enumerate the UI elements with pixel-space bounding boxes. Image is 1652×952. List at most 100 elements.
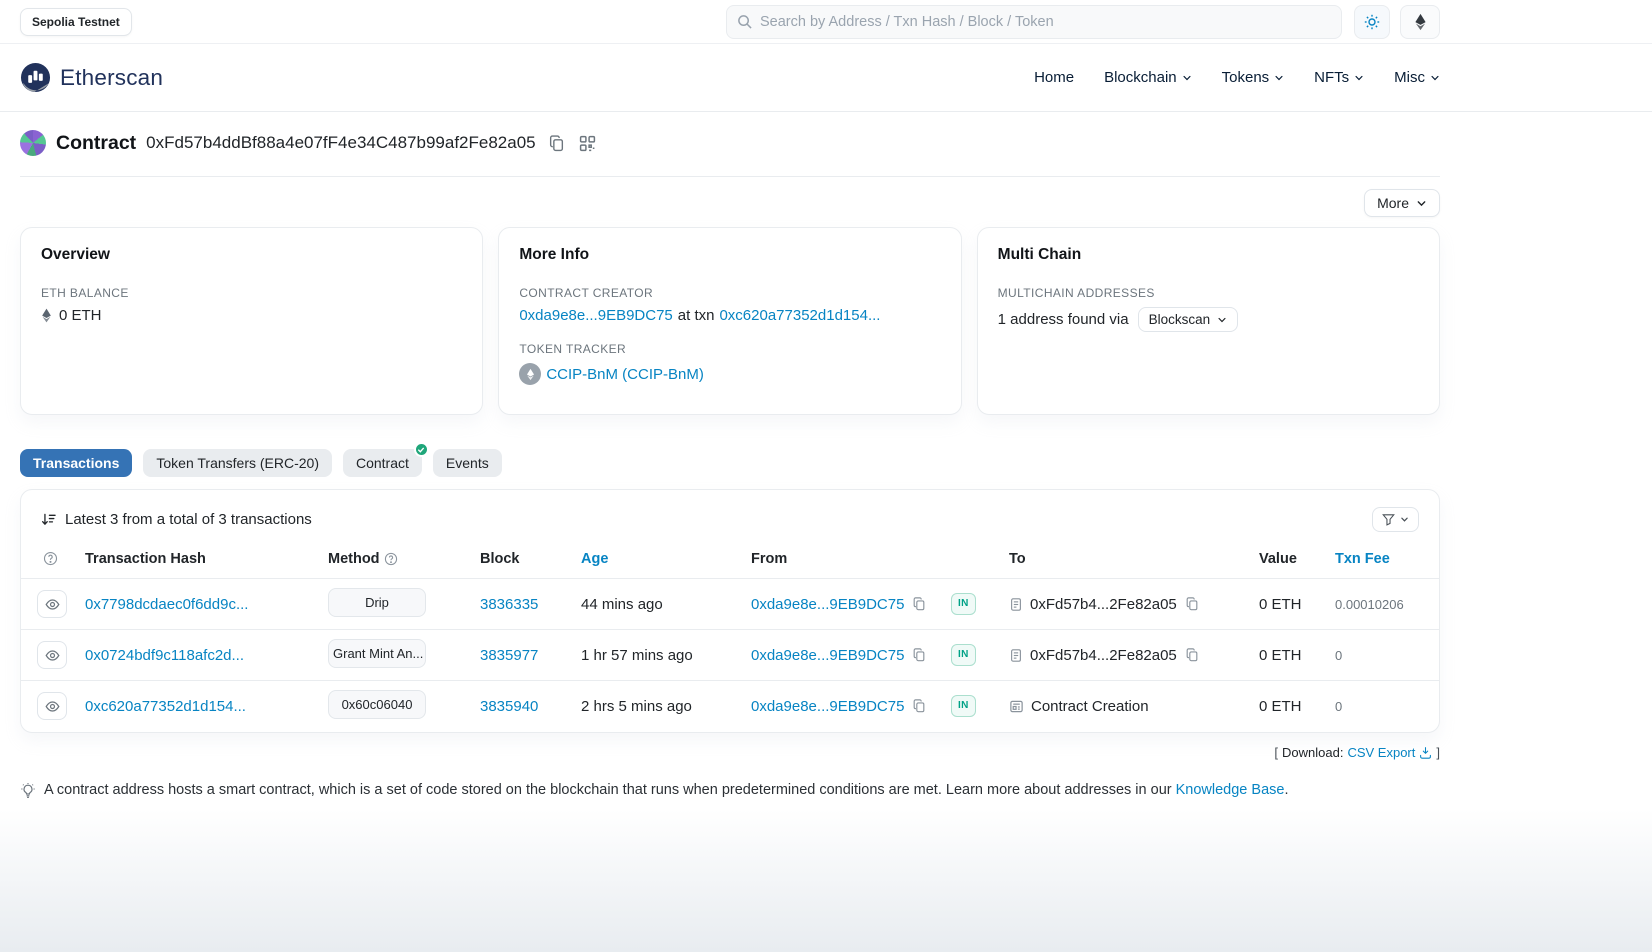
method-badge[interactable]: Drip [328,588,426,617]
multichain-card: Multi Chain MULTICHAIN ADDRESSES 1 addre… [977,227,1440,415]
download-icon [1419,746,1432,759]
knowledge-base-link[interactable]: Knowledge Base [1176,782,1285,798]
nav-nfts[interactable]: NFTs [1314,69,1364,86]
lightbulb-icon [20,783,36,799]
eth-network-button[interactable] [1400,5,1440,39]
qr-code-icon [579,135,596,152]
value-text: 0 ETH [1259,596,1302,613]
eye-icon [45,699,60,714]
tx-hash-link[interactable]: 0x7798dcdaec0f6dd9c... [85,596,248,613]
eth-diamond-icon [41,308,52,323]
table-summary: Latest 3 from a total of 3 transactions [65,511,312,528]
chevron-down-icon [1400,515,1409,524]
copy-icon[interactable] [1184,596,1200,612]
overview-title: Overview [41,246,462,264]
tab-contract[interactable]: Contract [343,449,422,477]
block-link[interactable]: 3836335 [480,596,538,613]
creator-address-link[interactable]: 0xda9e8e...9EB9DC75 [519,307,672,324]
col-to: To [1009,545,1259,579]
col-block: Block [480,545,581,579]
tab-events[interactable]: Events [433,449,502,477]
block-link[interactable]: 3835940 [480,698,538,715]
bracket-open: [ [1274,745,1278,760]
txn-fee-text: 0 [1335,648,1342,663]
tx-preview-button[interactable] [37,590,67,618]
eth-balance-value: 0 ETH [59,307,102,324]
search-box[interactable] [726,5,1342,39]
tx-preview-button[interactable] [37,692,67,720]
theme-toggle-button[interactable] [1354,5,1390,39]
address-avatar [20,130,46,156]
csv-export-link[interactable]: CSV Export [1347,745,1432,760]
sun-icon [1364,14,1380,30]
col-value: Value [1259,545,1335,579]
bracket-close: ] [1436,745,1440,760]
chevron-down-icon [1182,73,1192,83]
nav-blockchain[interactable]: Blockchain [1104,69,1192,86]
eye-icon [45,648,60,663]
nav-tokens[interactable]: Tokens [1222,69,1285,86]
col-direction [951,545,1009,579]
sort-icon [41,512,56,527]
token-tracker-link[interactable]: CCIP-BnM (CCIP-BnM) [546,366,704,383]
multichain-addresses-label: MULTICHAIN ADDRESSES [998,286,1419,300]
copy-address-button[interactable] [546,133,567,154]
page-title-row: Contract 0xFd57b4ddBf88a4e07fF4e34C487b9… [20,112,1440,156]
copy-icon[interactable] [1184,647,1200,663]
qr-code-button[interactable] [577,133,598,154]
network-badge-button[interactable]: Sepolia Testnet [20,8,132,36]
download-label: Download: [1282,745,1343,760]
eth-balance-label: ETH BALANCE [41,286,462,300]
chevron-down-icon [1354,73,1364,83]
tx-hash-link[interactable]: 0xc620a77352d1d154... [85,698,246,715]
filter-button[interactable] [1372,507,1419,532]
col-age-toggle[interactable]: Age [581,545,751,579]
direction-badge: IN [951,695,976,717]
transactions-table: Transaction Hash Method Block Age From T… [21,545,1440,732]
site-header: Etherscan Home Blockchain Tokens NFTs Mi… [0,44,1652,112]
tx-hash-link[interactable]: 0x0724bdf9c118afc2d... [85,647,244,664]
tx-preview-button[interactable] [37,641,67,669]
more-info-card: More Info CONTRACT CREATOR 0xda9e8e...9E… [498,227,961,415]
footnote-suffix: . [1284,782,1288,798]
document-icon [1009,597,1023,612]
value-text: 0 ETH [1259,698,1302,715]
contract-creation-icon [1009,699,1024,714]
method-badge[interactable]: 0x60c06040 [328,690,426,719]
tab-token-transfers[interactable]: Token Transfers (ERC-20) [143,449,332,477]
copy-icon[interactable] [911,596,927,612]
chevron-down-icon [1416,198,1427,209]
help-icon[interactable] [384,552,398,566]
from-address-link[interactable]: 0xda9e8e...9EB9DC75 [751,647,904,664]
nav-misc[interactable]: Misc [1394,69,1440,86]
col-txn-fee-toggle[interactable]: Txn Fee [1335,545,1440,579]
footnote-text: A contract address hosts a smart contrac… [44,782,1172,798]
from-address-link[interactable]: 0xda9e8e...9EB9DC75 [751,698,904,715]
method-badge[interactable]: Grant Mint An... [328,639,426,668]
help-icon[interactable] [43,551,58,566]
transaction-row: 0x0724bdf9c118afc2d... Grant Mint An... … [21,630,1440,681]
col-method: Method [328,545,480,579]
value-text: 0 ETH [1259,647,1302,664]
copy-icon[interactable] [911,698,927,714]
more-dropdown-button[interactable]: More [1364,189,1440,217]
copy-icon[interactable] [911,647,927,663]
multichain-provider-select[interactable]: Blockscan [1138,307,1239,332]
to-address-text: 0xFd57b4...2Fe82a05 [1030,647,1177,664]
creation-txn-link[interactable]: 0xc620a77352d1d154... [719,307,880,324]
block-link[interactable]: 3835977 [480,647,538,664]
chevron-down-icon [1430,73,1440,83]
nav-home[interactable]: Home [1034,69,1074,86]
from-address-link[interactable]: 0xda9e8e...9EB9DC75 [751,596,904,613]
main-nav: Home Blockchain Tokens NFTs Misc [1034,69,1440,86]
to-address-text: Contract Creation [1031,698,1149,715]
etherscan-logo[interactable]: Etherscan [20,62,163,93]
eye-icon [45,597,60,612]
page-title: Contract [56,132,136,155]
age-text: 44 mins ago [581,596,663,613]
filter-icon [1382,513,1395,526]
tab-transactions[interactable]: Transactions [20,449,132,477]
search-input[interactable] [760,14,1331,30]
contract-footnote: A contract address hosts a smart contrac… [20,782,1440,799]
token-logo-icon [519,363,541,385]
